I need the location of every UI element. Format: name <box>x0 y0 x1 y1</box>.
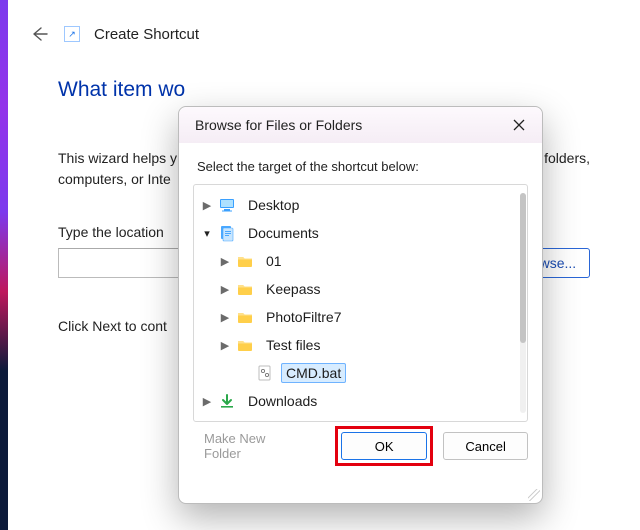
browse-dialog: Browse for Files or Folders Select the t… <box>178 106 543 504</box>
tree-item-cmdbat[interactable]: CMD.bat <box>194 359 518 387</box>
tree-label: Desktop <box>243 195 304 215</box>
tree-container: ▶ Desktop ▾ Documents ▶ 01 ▶ <box>193 184 528 422</box>
desktop-wallpaper-strip <box>0 0 8 530</box>
make-new-folder-button[interactable]: Make New Folder <box>193 424 315 468</box>
wizard-header: ↗ Create Shortcut <box>8 0 640 58</box>
back-arrow-icon[interactable] <box>28 23 50 45</box>
close-icon <box>513 119 525 131</box>
tree-label: Documents <box>243 223 324 243</box>
close-button[interactable] <box>504 111 534 139</box>
tree-label: Keepass <box>261 279 325 299</box>
tree-item-music[interactable]: ▶ Music <box>194 415 518 421</box>
resize-grip[interactable] <box>528 489 540 501</box>
tree-item-photofiltre[interactable]: ▶ PhotoFiltre7 <box>194 303 518 331</box>
wizard-title: Create Shortcut <box>94 26 199 43</box>
dialog-button-bar: Make New Folder OK Cancel <box>179 422 542 470</box>
tree-scrollbar[interactable] <box>520 193 526 413</box>
downloads-icon <box>217 391 237 411</box>
tree-item-testfiles[interactable]: ▶ Test files <box>194 331 518 359</box>
folder-icon <box>235 335 255 355</box>
tree-item-desktop[interactable]: ▶ Desktop <box>194 191 518 219</box>
chevron-right-icon[interactable]: ▶ <box>200 395 214 408</box>
chevron-right-icon[interactable]: ▶ <box>200 199 214 212</box>
tree-label: Music <box>243 419 290 421</box>
tree-label: CMD.bat <box>281 363 346 383</box>
folder-icon <box>235 279 255 299</box>
ok-highlight-box: OK <box>335 426 433 466</box>
batch-file-icon <box>255 363 275 383</box>
desktop-icon <box>217 195 237 215</box>
ok-button[interactable]: OK <box>341 432 427 460</box>
folder-tree[interactable]: ▶ Desktop ▾ Documents ▶ 01 ▶ <box>194 185 518 421</box>
tree-label: 01 <box>261 251 287 271</box>
tree-label: Downloads <box>243 391 322 411</box>
wizard-desc-line2: computers, or Inte <box>58 171 171 187</box>
wizard-question: What item wo <box>58 78 590 102</box>
folder-icon <box>235 251 255 271</box>
scroll-thumb[interactable] <box>520 193 526 343</box>
folder-icon <box>235 307 255 327</box>
chevron-right-icon[interactable]: ▶ <box>218 283 232 296</box>
tree-label: Test files <box>261 335 325 355</box>
tree-item-documents[interactable]: ▾ Documents <box>194 219 518 247</box>
tree-item-downloads[interactable]: ▶ Downloads <box>194 387 518 415</box>
chevron-right-icon[interactable]: ▶ <box>218 255 232 268</box>
cancel-button[interactable]: Cancel <box>443 432 528 460</box>
tree-item-01[interactable]: ▶ 01 <box>194 247 518 275</box>
chevron-right-icon[interactable]: ▶ <box>218 339 232 352</box>
wizard-desc-line1-left: This wizard helps y <box>58 148 177 169</box>
tree-item-keepass[interactable]: ▶ Keepass <box>194 275 518 303</box>
documents-icon <box>217 223 237 243</box>
chevron-right-icon[interactable]: ▶ <box>218 311 232 324</box>
music-icon <box>217 419 237 421</box>
dialog-instruction: Select the target of the shortcut below: <box>179 143 542 184</box>
chevron-down-icon[interactable]: ▾ <box>200 227 214 240</box>
tree-label: PhotoFiltre7 <box>261 307 346 327</box>
dialog-titlebar[interactable]: Browse for Files or Folders <box>179 107 542 143</box>
dialog-title: Browse for Files or Folders <box>195 117 362 133</box>
shortcut-arrow-icon: ↗ <box>64 26 80 42</box>
